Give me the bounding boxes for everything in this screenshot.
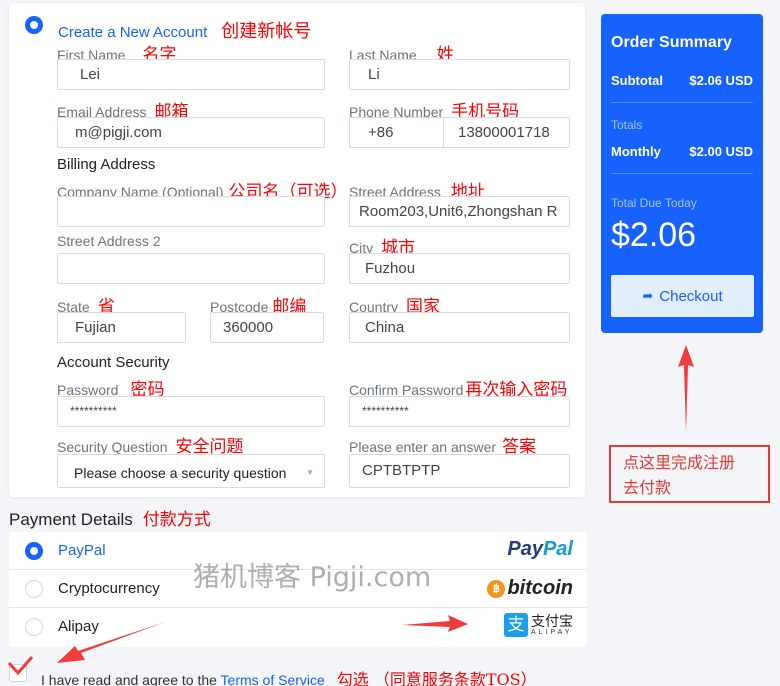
paypal-logo: PayPal bbox=[507, 538, 573, 560]
country-select[interactable]: China bbox=[349, 312, 570, 343]
divider bbox=[611, 102, 753, 103]
annotation: 付款方式 bbox=[142, 510, 211, 530]
billing-heading: Billing Address bbox=[57, 156, 156, 173]
annotation-arrow-to-alipay bbox=[402, 615, 468, 632]
street2-input[interactable] bbox=[57, 253, 325, 284]
share-arrow-icon: ➦ bbox=[642, 288, 654, 303]
company-input[interactable] bbox=[57, 196, 325, 227]
paypal-label: PayPal bbox=[58, 542, 106, 559]
annotation-arrow-up bbox=[678, 345, 694, 433]
tos-text: I have read and agree to the Terms of Se… bbox=[41, 666, 537, 686]
total-due-label: Total Due Today bbox=[611, 196, 697, 210]
first-name-input[interactable]: Lei bbox=[57, 59, 325, 90]
account-form-card: Create a New Account 创建新帐号 First Name 名字 L… bbox=[9, 3, 585, 497]
city-input[interactable]: Fuzhou bbox=[349, 253, 570, 284]
alipay-logo: 支 支付宝 ALIPAY bbox=[504, 613, 573, 637]
crypto-radio[interactable] bbox=[25, 580, 43, 598]
red-checkmark-icon bbox=[7, 656, 34, 676]
subtotal-label: Subtotal bbox=[611, 73, 663, 88]
state-input[interactable]: Fujian bbox=[57, 312, 186, 343]
subtotal-row: Subtotal $2.06 USD bbox=[611, 73, 753, 88]
phone-country-code[interactable]: +86 bbox=[349, 117, 444, 148]
tos-link[interactable]: Terms of Service bbox=[221, 672, 325, 686]
street2-label: Street Address 2 bbox=[57, 233, 161, 249]
payment-heading: Payment Details 付款方式 bbox=[9, 510, 211, 530]
chevron-down-icon: ▼ bbox=[306, 468, 314, 477]
checkout-label: Checkout bbox=[659, 287, 723, 305]
security-question-select[interactable]: Please choose a security question ▼ bbox=[57, 454, 325, 488]
subtotal-value: $2.06 USD bbox=[689, 73, 753, 88]
crypto-label: Cryptocurrency bbox=[58, 580, 160, 597]
confirm-password-input[interactable]: ********** bbox=[349, 396, 570, 427]
annotation: 勾选 （同意服务条款TOS） bbox=[336, 670, 537, 686]
checkout-note-line2: 去付款 bbox=[623, 478, 672, 497]
bitcoin-icon: ฿ bbox=[487, 579, 506, 598]
street-input[interactable]: Room203,Unit6,Zhongshan R bbox=[349, 196, 570, 227]
monthly-row: Monthly $2.00 USD bbox=[611, 144, 753, 159]
checkout-button[interactable]: ➦ Checkout bbox=[611, 275, 754, 317]
last-name-input[interactable]: Li bbox=[349, 59, 570, 90]
checkout-note: 点这里完成注册 去付款 bbox=[609, 445, 770, 503]
email-input[interactable]: m@pigji.com bbox=[57, 117, 325, 148]
alipay-icon: 支 bbox=[504, 613, 528, 637]
annotation: 创建新帐号 bbox=[221, 21, 312, 42]
watermark: 猪机博客 Pigji.com bbox=[193, 562, 432, 593]
security-heading: Account Security bbox=[57, 354, 170, 371]
total-due-value: $2.06 bbox=[611, 216, 697, 254]
password-input[interactable]: ********** bbox=[57, 396, 325, 427]
annotation-arrow-to-checkbox bbox=[57, 622, 165, 663]
create-account-label[interactable]: Create a New Account bbox=[58, 24, 207, 41]
paypal-radio[interactable] bbox=[25, 542, 43, 560]
security-question-value: Please choose a security question bbox=[74, 465, 287, 481]
alipay-radio[interactable] bbox=[25, 618, 43, 636]
create-account-radio[interactable] bbox=[25, 16, 43, 34]
divider bbox=[611, 173, 753, 174]
bitcoin-logo: ฿ bitcoin bbox=[487, 577, 573, 600]
totals-label: Totals bbox=[611, 118, 643, 132]
order-summary-panel: Order Summary Subtotal $2.06 USD Totals … bbox=[601, 14, 763, 333]
phone-input[interactable]: 13800001718 bbox=[443, 117, 570, 148]
checkout-note-line1: 点这里完成注册 bbox=[623, 453, 736, 472]
monthly-value: $2.00 USD bbox=[689, 144, 753, 159]
postcode-input[interactable]: 360000 bbox=[210, 312, 324, 343]
answer-input[interactable]: CPTBTPTP bbox=[349, 454, 570, 488]
monthly-label: Monthly bbox=[611, 144, 661, 159]
order-summary-title: Order Summary bbox=[611, 34, 732, 51]
